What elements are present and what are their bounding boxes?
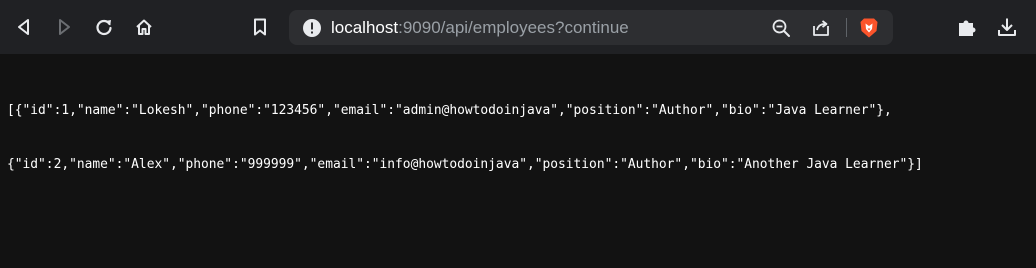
url-text[interactable]: localhost:9090/api/employees?continue — [331, 10, 629, 45]
url-host: localhost — [331, 18, 399, 37]
json-response: [{"id":1,"name":"Lokesh","phone":"123456… — [7, 66, 1036, 192]
home-icon[interactable] — [129, 12, 159, 42]
address-bar[interactable]: localhost:9090/api/employees?continue — [289, 10, 893, 45]
info-circle-icon[interactable] — [300, 16, 324, 40]
zoom-out-icon[interactable] — [769, 16, 793, 40]
url-path: :9090/api/employees?continue — [398, 18, 629, 37]
brave-lion-icon[interactable] — [857, 16, 881, 40]
forward-arrow-icon[interactable] — [49, 12, 79, 42]
browser-toolbar: localhost:9090/api/employees?continue — [0, 0, 1036, 54]
json-line-2: {"id":2,"name":"Alex","phone":"999999","… — [7, 157, 923, 172]
bookmark-icon[interactable] — [245, 12, 275, 42]
reload-icon[interactable] — [89, 12, 119, 42]
omnibox-divider — [846, 18, 847, 37]
json-line-1: [{"id":1,"name":"Lokesh","phone":"123456… — [7, 103, 892, 118]
back-arrow-icon[interactable] — [9, 12, 39, 42]
share-icon[interactable] — [809, 16, 833, 40]
puzzle-piece-icon[interactable] — [952, 12, 982, 42]
download-icon[interactable] — [992, 12, 1022, 42]
